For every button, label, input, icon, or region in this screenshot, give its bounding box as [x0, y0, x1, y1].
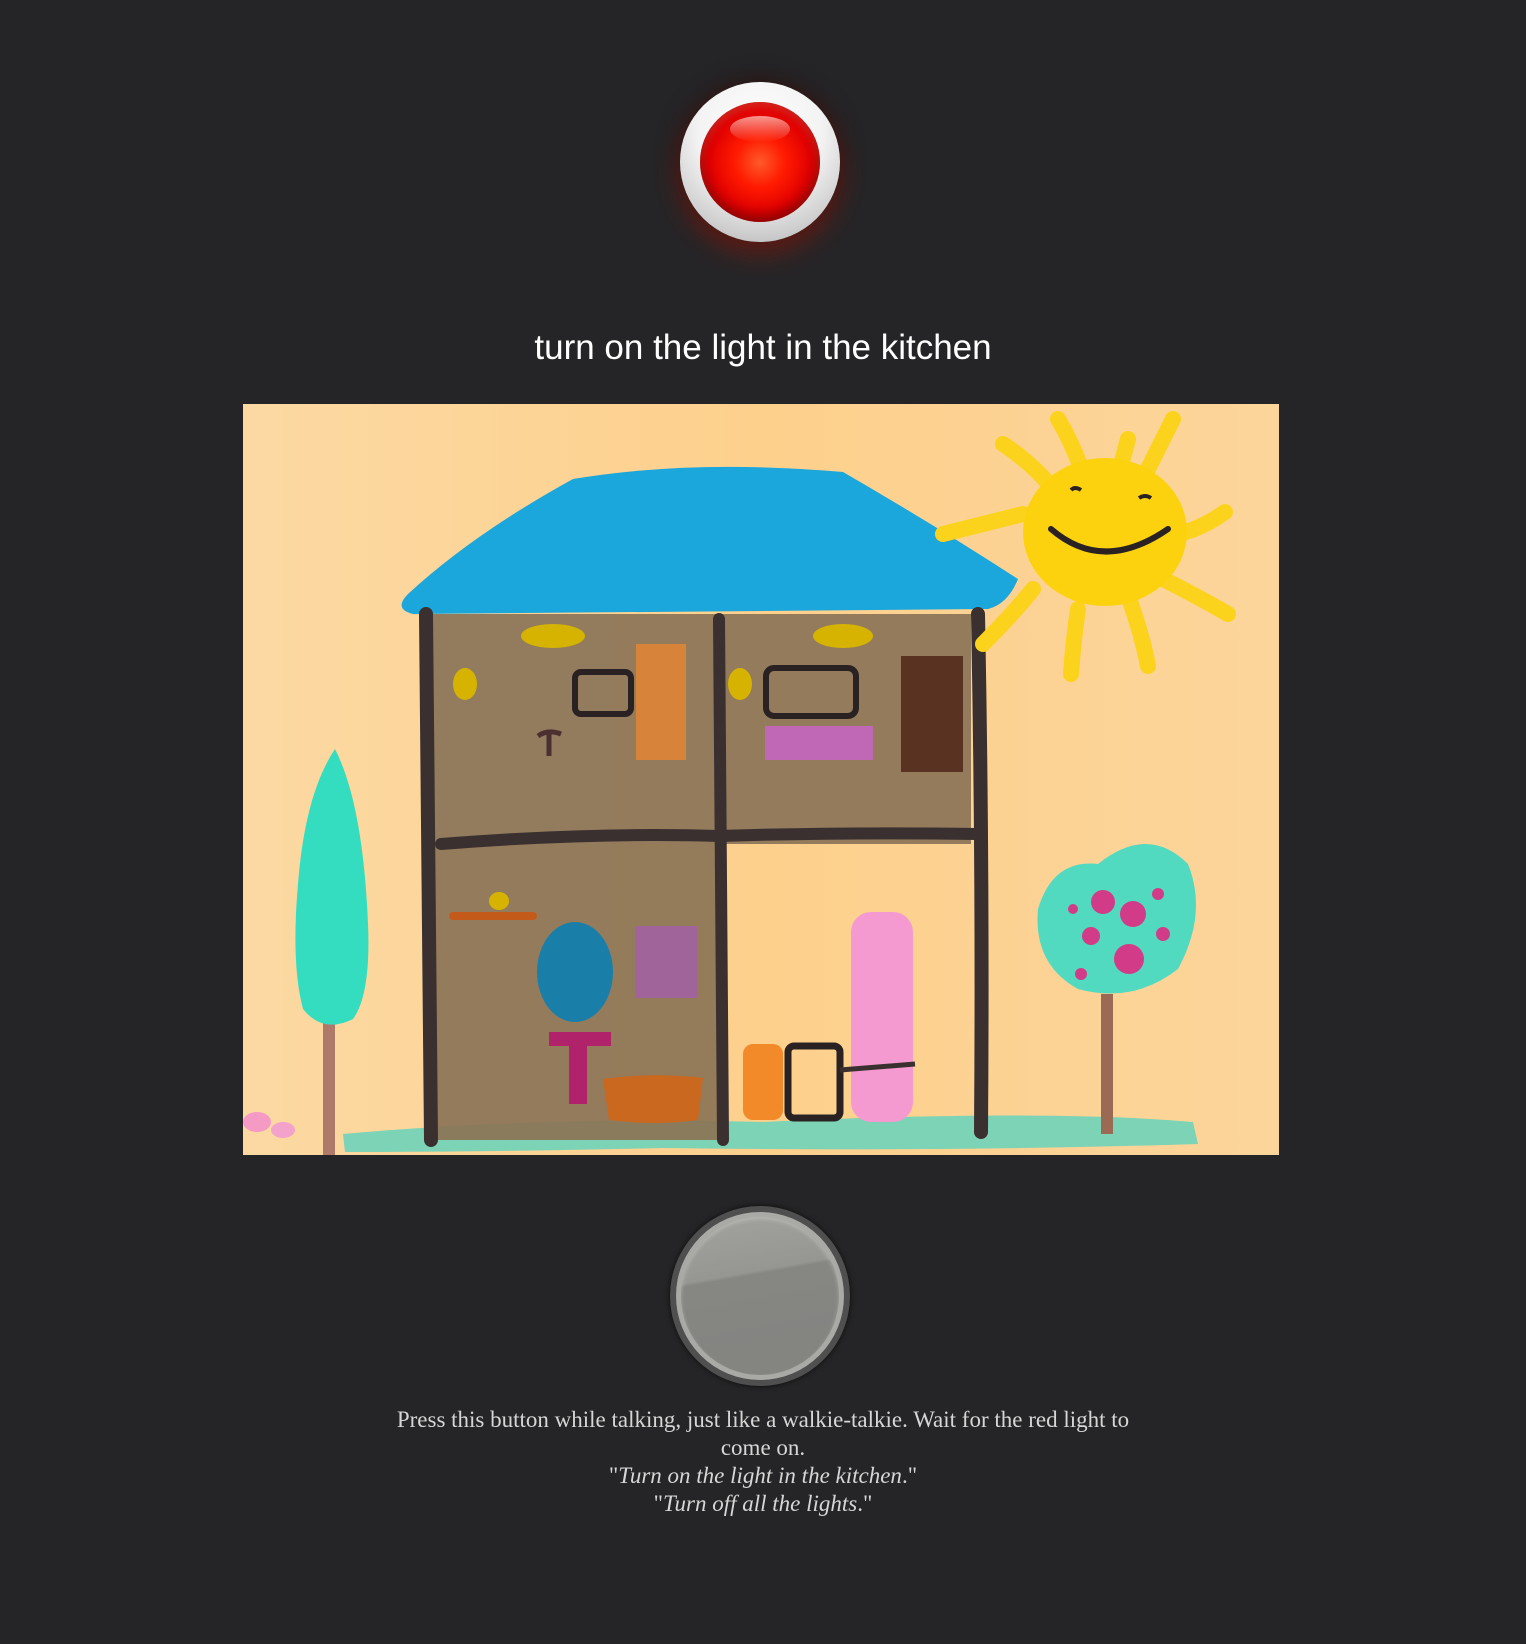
wall-lamp	[728, 668, 752, 700]
kitchen-item	[489, 892, 509, 910]
wardrobe-right	[901, 656, 963, 772]
bed	[765, 726, 873, 760]
kitchen-table-leg	[569, 1044, 587, 1104]
house-wall-left	[419, 607, 438, 1147]
sun-eye	[1137, 494, 1153, 500]
kitchen-table	[549, 1032, 611, 1046]
wall-lamp	[453, 668, 477, 700]
house-drawing-svg	[243, 404, 1279, 1155]
example-command-2: "Turn off all the lights."	[653, 1491, 873, 1516]
pink-door	[851, 912, 913, 1122]
push-to-talk-face	[681, 1217, 839, 1375]
armchair	[743, 1044, 783, 1120]
kitchen-counter	[603, 1075, 703, 1123]
ceiling-lamp	[813, 624, 873, 648]
ceiling-lamp	[521, 624, 585, 648]
flower-patch	[271, 1122, 295, 1138]
upper-floor-rooms	[426, 614, 971, 844]
recording-light-indicator	[680, 82, 840, 242]
kitchen-cabinet	[635, 926, 697, 998]
right-tree-trunk	[1101, 994, 1113, 1134]
house-wall-middle	[713, 613, 729, 1146]
red-light-lens	[700, 102, 820, 222]
left-tree-trunk	[323, 1014, 335, 1155]
example-command-1: "Turn on the light in the kitchen."	[608, 1463, 918, 1488]
example-command-2-text: Turn off all the lights	[662, 1491, 858, 1516]
sun-eye	[1069, 486, 1083, 492]
house-wall-right	[971, 607, 989, 1139]
flower-patch	[243, 1112, 271, 1132]
red-light-glare	[730, 116, 790, 142]
kitchen-appliance	[537, 922, 613, 1022]
push-to-talk-button[interactable]	[670, 1206, 850, 1386]
wardrobe-left	[636, 644, 686, 760]
recognized-transcript: turn on the light in the kitchen	[534, 328, 992, 367]
sun-ray	[1063, 601, 1086, 682]
instructions-text: Press this button while talking, just li…	[370, 1406, 1156, 1518]
house-drawing-illustration	[243, 404, 1279, 1155]
example-command-1-text: Turn on the light in the kitchen	[618, 1463, 902, 1488]
instruction-line: Press this button while talking, just li…	[396, 1407, 1130, 1460]
